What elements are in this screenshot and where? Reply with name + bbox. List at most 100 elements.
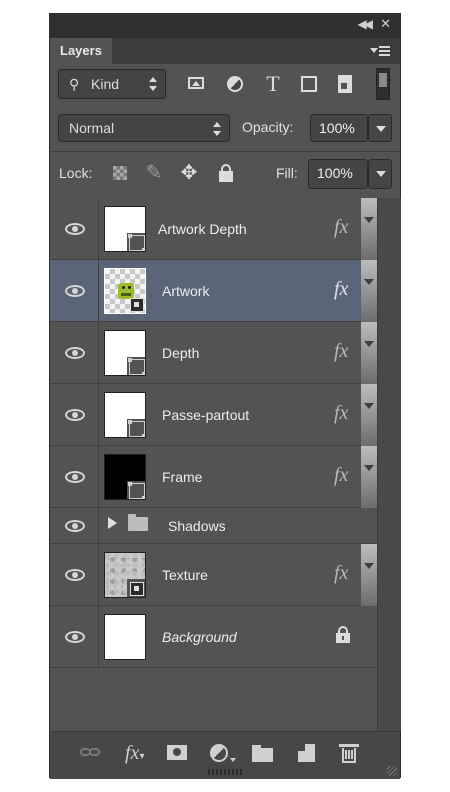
- eye-icon[interactable]: [65, 520, 87, 532]
- lock-label: Lock:: [59, 165, 93, 181]
- eye-icon[interactable]: [65, 285, 87, 297]
- fill-dropdown-button[interactable]: [368, 159, 392, 189]
- panel-title-bar: ◀◀ ✕: [50, 14, 400, 38]
- opacity-label: Opacity:: [242, 119, 294, 135]
- scrollbar[interactable]: [377, 198, 401, 731]
- smart-object-filter-icon[interactable]: [332, 72, 358, 96]
- fill-field[interactable]: 100%: [308, 159, 368, 189]
- disclosure-triangle-icon[interactable]: [108, 517, 117, 529]
- add-style-icon[interactable]: fx▾: [125, 742, 153, 764]
- layer-row[interactable]: Texture fx: [50, 544, 377, 606]
- fx-icon[interactable]: fx: [334, 562, 348, 585]
- chevron-down-icon: [364, 279, 374, 285]
- layer-thumbnail: [104, 552, 146, 598]
- layer-name[interactable]: Depth: [162, 345, 199, 361]
- lock-all-icon[interactable]: [214, 161, 238, 185]
- chevron-down-icon: [364, 465, 374, 471]
- folder-icon: [128, 514, 148, 531]
- layer-thumbnail: [104, 392, 146, 438]
- updown-arrows-icon: [149, 77, 157, 91]
- eye-icon[interactable]: [65, 223, 87, 235]
- lock-position-move-icon[interactable]: ✥: [177, 161, 201, 185]
- layer-thumbnail: [104, 206, 146, 252]
- layer-row[interactable]: Background: [50, 606, 377, 668]
- image-filter-icon[interactable]: [184, 72, 210, 96]
- fill-value: 100%: [317, 165, 353, 181]
- layer-thumbnail: [104, 330, 146, 376]
- resize-grip[interactable]: [208, 769, 242, 775]
- fx-icon[interactable]: fx: [334, 402, 348, 425]
- layer-name[interactable]: Texture: [162, 567, 208, 583]
- layers-panel: ◀◀ ✕ Layers ⚲ Kind T Normal Opacity: 100…: [49, 13, 401, 779]
- frog-artwork-image: [118, 283, 134, 299]
- eye-icon[interactable]: [65, 347, 87, 359]
- layer-thumbnail: [104, 268, 146, 314]
- fx-icon[interactable]: fx: [334, 216, 348, 239]
- chevron-down-icon: [364, 217, 374, 223]
- smart-object-badge-icon: [128, 482, 145, 499]
- new-adjustment-icon[interactable]: [210, 742, 236, 764]
- effects-expand-button[interactable]: [361, 260, 377, 322]
- chevron-down-icon: [364, 403, 374, 409]
- resize-corner-handle[interactable]: [387, 766, 397, 776]
- shape-filter-icon[interactable]: [296, 72, 322, 96]
- fx-icon[interactable]: fx: [334, 278, 348, 301]
- new-layer-icon[interactable]: [296, 742, 318, 764]
- filter-toggle-switch[interactable]: [376, 68, 390, 100]
- close-icon[interactable]: ✕: [380, 16, 391, 32]
- lock-icon: [336, 626, 350, 643]
- chevron-down-icon: [364, 341, 374, 347]
- effects-expand-button[interactable]: [361, 198, 377, 260]
- smart-object-badge-icon: [128, 420, 145, 437]
- layer-name[interactable]: Artwork Depth: [158, 221, 247, 237]
- layer-row[interactable]: Artwork Depth fx: [50, 198, 377, 260]
- layer-row[interactable]: Artwork fx: [50, 260, 377, 322]
- add-style-label: fx: [125, 742, 140, 764]
- layer-row[interactable]: Passe-partout fx: [50, 384, 377, 446]
- layer-name[interactable]: Passe-partout: [162, 407, 249, 423]
- delete-layer-icon[interactable]: [339, 742, 361, 764]
- search-icon: ⚲: [69, 76, 80, 92]
- chevron-down-icon: [376, 171, 386, 177]
- layer-row[interactable]: Depth fx: [50, 322, 377, 384]
- smart-object-badge-icon: [128, 234, 145, 251]
- opacity-value: 100%: [319, 120, 355, 136]
- effects-expand-button[interactable]: [361, 446, 377, 508]
- new-group-icon[interactable]: [252, 742, 274, 764]
- effects-expand-button[interactable]: [361, 384, 377, 446]
- opacity-field[interactable]: 100%: [310, 114, 368, 142]
- layer-group-row[interactable]: Shadows: [50, 508, 377, 544]
- link-layers-icon[interactable]: [80, 742, 102, 764]
- eye-icon[interactable]: [65, 409, 87, 421]
- layer-name[interactable]: Artwork: [162, 283, 209, 299]
- smart-object-badge-icon: [128, 358, 145, 375]
- layer-name[interactable]: Background: [162, 629, 237, 645]
- eye-icon[interactable]: [65, 569, 87, 581]
- eye-icon[interactable]: [65, 471, 87, 483]
- linked-smart-object-badge-icon: [130, 582, 144, 596]
- updown-arrows-icon: [213, 122, 221, 136]
- kind-filter-select[interactable]: ⚲ Kind: [58, 69, 166, 99]
- fx-icon[interactable]: fx: [334, 340, 348, 363]
- lock-transparency-icon[interactable]: [108, 161, 132, 185]
- add-mask-icon[interactable]: [166, 742, 188, 764]
- fx-icon[interactable]: fx: [334, 464, 348, 487]
- effects-expand-button[interactable]: [361, 544, 377, 606]
- fill-label: Fill:: [276, 165, 298, 181]
- adjustment-filter-icon[interactable]: [222, 72, 248, 96]
- group-name[interactable]: Shadows: [168, 518, 226, 534]
- panel-menu-icon[interactable]: [370, 44, 392, 58]
- layer-name[interactable]: Frame: [162, 469, 202, 485]
- effects-expand-button[interactable]: [361, 322, 377, 384]
- opacity-dropdown-button[interactable]: [368, 114, 392, 142]
- chevron-down-icon: [376, 126, 386, 132]
- blend-mode-select[interactable]: Normal: [58, 114, 230, 142]
- layer-row[interactable]: Frame fx: [50, 446, 377, 508]
- type-filter-icon[interactable]: T: [260, 72, 286, 96]
- lock-paint-brush-icon[interactable]: ✎: [142, 161, 166, 185]
- layer-thumbnail: [104, 614, 146, 660]
- double-chevron-left-icon[interactable]: ◀◀: [358, 17, 374, 31]
- eye-icon[interactable]: [65, 631, 87, 643]
- layer-list: Artwork Depth fx Artwork fx Depth fx Pas…: [50, 198, 377, 731]
- tab-layers[interactable]: Layers: [50, 38, 112, 64]
